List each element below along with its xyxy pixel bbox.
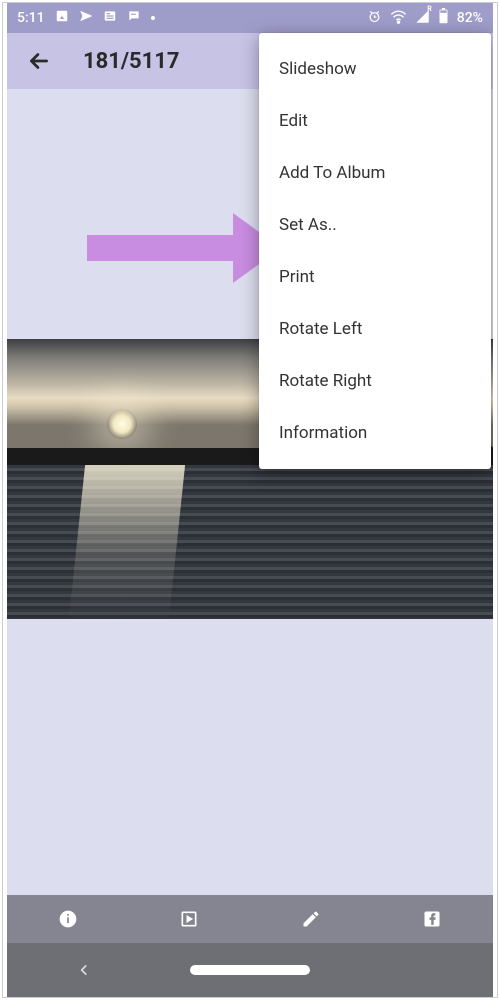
page-title: 181/5117: [83, 49, 180, 74]
nav-back-button[interactable]: [77, 958, 91, 983]
share-facebook-button[interactable]: [410, 897, 454, 941]
menu-item-rotate-left[interactable]: Rotate Left: [259, 303, 491, 355]
status-battery: 82%: [457, 10, 483, 26]
signal-icon: R: [415, 9, 430, 28]
battery-icon: [438, 8, 449, 28]
status-time: 5:11: [17, 10, 45, 26]
dot-icon: [151, 16, 155, 20]
info-button[interactable]: [46, 897, 90, 941]
back-button[interactable]: [23, 45, 55, 77]
slideshow-button[interactable]: [167, 897, 211, 941]
menu-item-information[interactable]: Information: [259, 407, 491, 459]
menu-item-set-as[interactable]: Set As..: [259, 199, 491, 251]
system-nav-bar: [7, 943, 493, 997]
menu-item-add-album[interactable]: Add To Album: [259, 147, 491, 199]
menu-item-rotate-right[interactable]: Rotate Right: [259, 355, 491, 407]
nav-home-pill[interactable]: [190, 965, 310, 975]
message-icon: [127, 9, 141, 27]
edit-button[interactable]: [289, 897, 333, 941]
annotation-arrow: [87, 213, 287, 283]
bottom-action-bar: [7, 895, 493, 943]
menu-item-edit[interactable]: Edit: [259, 95, 491, 147]
news-icon: [103, 9, 117, 27]
send-icon: [79, 9, 93, 27]
status-bar: 5:11 R: [7, 3, 493, 33]
overflow-menu: Slideshow Edit Add To Album Set As.. Pri…: [259, 33, 491, 469]
alarm-icon: [367, 9, 382, 28]
menu-item-slideshow[interactable]: Slideshow: [259, 43, 491, 95]
menu-item-print[interactable]: Print: [259, 251, 491, 303]
wifi-icon: [390, 9, 407, 28]
image-icon: [55, 9, 69, 27]
